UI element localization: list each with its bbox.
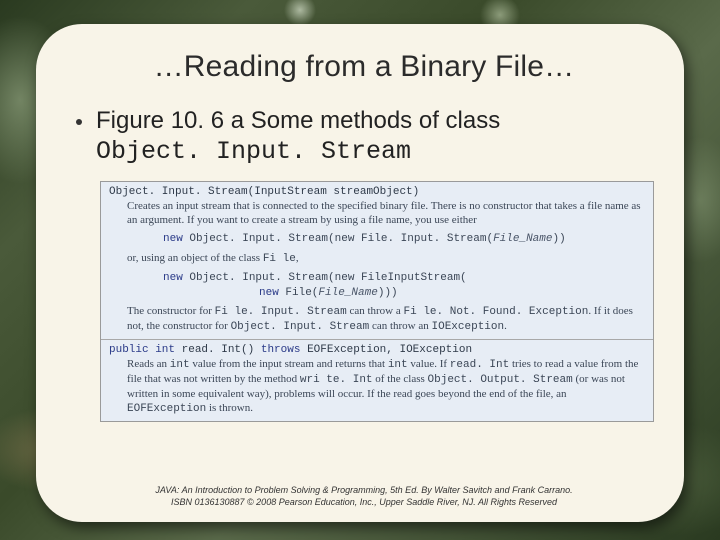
constructor-signature: Object. Input. Stream(InputStream stream… [109, 185, 645, 199]
constructor-code-2b: new File(File_Name))) [109, 285, 645, 300]
bullet-dot-icon [76, 119, 82, 125]
slide-card: …Reading from a Binary File… Figure 10. … [36, 24, 684, 522]
methods-figure: Object. Input. Stream(InputStream stream… [100, 181, 654, 422]
footer-line-1: JAVA: An Introduction to Problem Solving… [72, 484, 656, 496]
constructor-code-2a: new Object. Input. Stream(new FileInputS… [109, 270, 645, 285]
readint-signature: public int read. Int() throws EOFExcepti… [109, 343, 645, 357]
readint-desc: Reads an int value from the input stream… [109, 357, 645, 416]
bullet-item: Figure 10. 6 a Some methods of class Obj… [76, 106, 656, 167]
constructor-desc-b: or, using an object of the class Fi le, [109, 251, 645, 266]
bullet-class-name: Object. Input. Stream [96, 137, 411, 166]
figure-section-constructor: Object. Input. Stream(InputStream stream… [101, 182, 653, 340]
slide-footer: JAVA: An Introduction to Problem Solving… [72, 478, 656, 508]
bullet-lead: Figure 10. 6 a Some methods of class [96, 107, 500, 134]
constructor-desc-a: Creates an input stream that is connecte… [109, 199, 645, 227]
kw-new: new [163, 233, 189, 245]
bullet-text: Figure 10. 6 a Some methods of class Obj… [96, 106, 500, 167]
constructor-desc-c: The constructor for Fi le. Input. Stream… [109, 304, 645, 334]
footer-line-2: ISBN 0136130887 © 2008 Pearson Education… [72, 496, 656, 508]
slide-title: …Reading from a Binary File… [72, 50, 656, 84]
figure-section-readint: public int read. Int() throws EOFExcepti… [101, 340, 653, 421]
constructor-code-1: new Object. Input. Stream(new File. Inpu… [109, 231, 645, 246]
